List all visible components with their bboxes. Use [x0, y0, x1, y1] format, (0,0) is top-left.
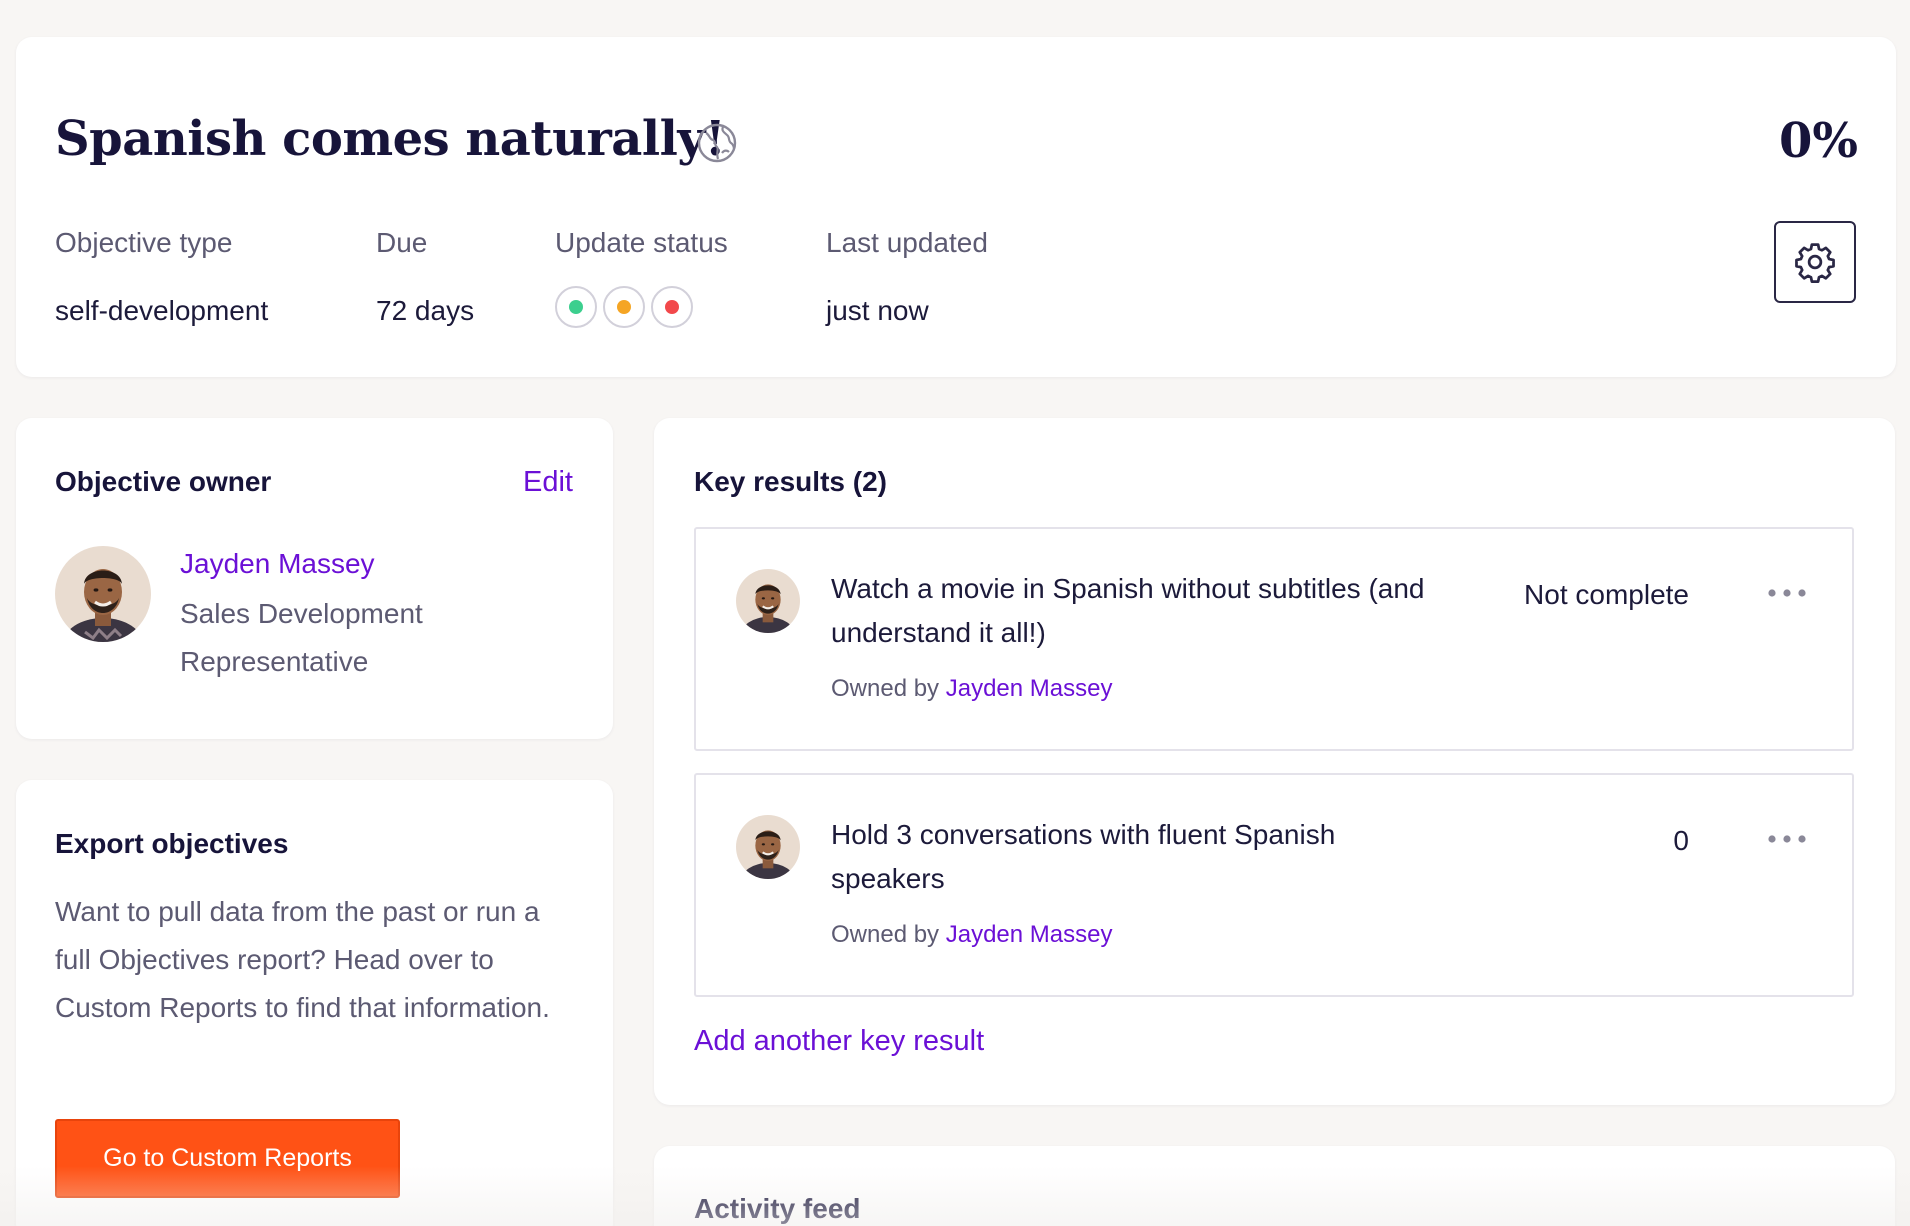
key-results-card: Key results (2) Watch a movie in Spanish… [654, 418, 1895, 1105]
key-result-title[interactable]: Watch a movie in Spanish without subtitl… [831, 567, 1431, 655]
key-result-owner-link[interactable]: Jayden Massey [946, 675, 1113, 702]
export-objectives-heading: Export objectives [55, 828, 289, 859]
avatar [736, 815, 800, 879]
due-label: Due [376, 227, 428, 258]
key-results-heading: Key results (2) [694, 466, 887, 497]
go-to-custom-reports-button[interactable]: Go to Custom Reports [55, 1119, 400, 1198]
status-dot [665, 300, 679, 314]
settings-button[interactable] [1774, 221, 1856, 303]
key-result-owner-link[interactable]: Jayden Massey [946, 921, 1113, 948]
owned-by-label: Owned by [831, 675, 946, 702]
objective-owner-heading: Objective owner [55, 466, 272, 497]
activity-feed-heading: Activity feed [694, 1193, 861, 1224]
objective-type-value: self-development [55, 295, 269, 326]
objective-progress: 0% [1778, 113, 1858, 169]
status-dot [569, 300, 583, 314]
export-objectives-card: Export objectives Want to pull data from… [16, 780, 613, 1226]
objective-title: Spanish comes naturally! [55, 111, 726, 167]
gear-icon [1795, 243, 1835, 283]
owner-role: Sales Development Representative [180, 598, 423, 677]
objective-type-label: Objective type [55, 227, 233, 258]
activity-feed-card: Activity feed [654, 1146, 1895, 1226]
globe-icon [697, 123, 737, 163]
due-value: 72 days [376, 295, 475, 326]
objective-header-card: Spanish comes naturally! 0% Objective ty… [16, 37, 1896, 377]
owner-name-link[interactable]: Jayden Massey [180, 548, 375, 580]
key-result-title[interactable]: Hold 3 conversations with fluent Spanish… [831, 813, 1431, 901]
key-result-item[interactable]: Watch a movie in Spanish without subtitl… [694, 527, 1854, 751]
status-at-risk-button[interactable] [603, 286, 645, 328]
export-objectives-description: Want to pull data from the past or run a… [55, 896, 550, 1023]
key-result-item[interactable]: Hold 3 conversations with fluent Spanish… [694, 773, 1854, 997]
key-result-progress-value[interactable]: 0 [1673, 825, 1689, 857]
last-updated-label: Last updated [826, 227, 988, 258]
status-on-track-button[interactable] [555, 286, 597, 328]
status-dot [617, 300, 631, 314]
add-key-result-link[interactable]: Add another key result [694, 1025, 984, 1058]
objective-page: Spanish comes naturally! 0% Objective ty… [0, 0, 1910, 1226]
edit-owner-link[interactable]: Edit [523, 466, 573, 499]
objective-owner-card: Objective owner Edit Jayden Massey Sales… [16, 418, 613, 739]
visibility-globe-button[interactable] [681, 105, 751, 175]
owned-by-label: Owned by [831, 921, 946, 948]
avatar [55, 546, 151, 642]
more-options-button[interactable] [1766, 581, 1808, 605]
more-horizontal-icon [1768, 589, 1806, 597]
last-updated-value: just now [826, 295, 929, 326]
status-off-track-button[interactable] [651, 286, 693, 328]
key-result-owner: Owned by Jayden Massey [831, 675, 1112, 703]
more-horizontal-icon [1768, 835, 1806, 843]
key-result-status[interactable]: Not complete [1524, 579, 1689, 611]
update-status-options [555, 286, 693, 330]
update-status-label: Update status [555, 227, 728, 258]
more-options-button[interactable] [1766, 827, 1808, 851]
avatar [736, 569, 800, 633]
key-result-owner: Owned by Jayden Massey [831, 921, 1112, 949]
